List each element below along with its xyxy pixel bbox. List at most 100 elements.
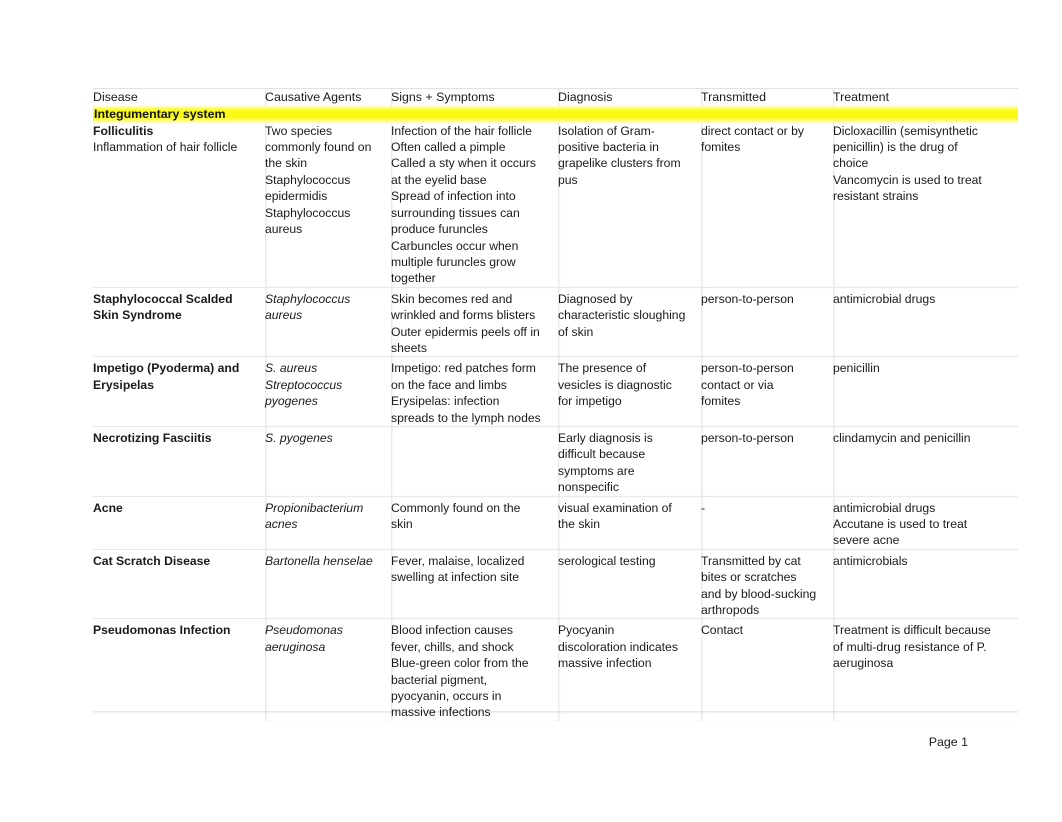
cell-disease: Impetigo (Pyoderma) and Erysipelas <box>93 356 265 427</box>
table-row: Cat Scratch Disease Bartonella henselae Fe… <box>93 548 1018 619</box>
table-row: Staphylococcal Scalded Skin Syndrome Stap… <box>93 286 1018 357</box>
cell-line: Fever, malaise, localized <box>391 553 525 568</box>
cell-line: person-to-person <box>701 361 794 376</box>
cell-line: at the eyelid base <box>391 172 487 187</box>
cell-line: person-to-person <box>701 291 794 306</box>
cell-treatment: Treatment is difficult because of multi-d… <box>833 618 1018 721</box>
cell-signs: Infection of the hair follicle Often call… <box>391 123 558 288</box>
cell-line: antimicrobial drugs <box>833 291 936 306</box>
cell-line: acnes <box>265 517 298 532</box>
cell-treatment: Dicloxacillin (semisynthetic penicillin) … <box>833 123 1018 288</box>
cell-line: serological testing <box>558 553 656 568</box>
cell-causative-agents: Propionibacterium acnes <box>265 495 391 550</box>
cell-line: Pyocyanin <box>558 623 615 638</box>
cell-line: Staphylococcus <box>265 172 351 187</box>
cell-line: visual examination of <box>558 500 672 515</box>
cell-line: Accutane is used to treat <box>833 517 968 532</box>
cell-line: spreads to the lymph nodes <box>391 410 541 425</box>
cell-treatment: penicillin <box>833 356 1018 427</box>
cell-causative-agents: Staphylococcus aureus <box>265 286 391 357</box>
cell-transmitted: person-to-person contact or via fomites <box>701 356 833 427</box>
section-header-label: Integumentary system <box>94 106 226 121</box>
cell-line: Often called a pimple <box>391 140 506 155</box>
cell-transmitted: - <box>701 495 833 550</box>
disease-name: Pseudomonas Infection <box>93 623 231 638</box>
cell-line: wrinkled and forms blisters <box>391 308 536 323</box>
cell-line: Diagnosed by <box>558 291 633 306</box>
table-header-row: Disease Causative Agents Signs + Symptom… <box>93 87 1018 106</box>
cell-line: pyocyanin, occurs in <box>391 689 502 704</box>
cell-line: epidermidis <box>265 189 328 204</box>
cell-line: fever, chills, and shock <box>391 639 514 654</box>
cell-diagnosis: The presence of vesicles is diagnostic for… <box>558 356 701 427</box>
highlight-band: Integumentary system <box>93 105 1018 123</box>
cell-signs: Impetigo: red patches form on the face an… <box>391 356 558 427</box>
cell-line: swelling at infection site <box>391 570 520 585</box>
cell-line: commonly found on <box>265 140 372 155</box>
cell-treatment: antimicrobial drugs <box>833 286 1018 357</box>
cell-line: characteristic sloughing <box>558 308 686 323</box>
cell-line: the skin <box>265 156 308 171</box>
cell-line: Streptococcus <box>265 377 343 392</box>
cell-line: vesicles is diagnostic <box>558 377 672 392</box>
cell-diagnosis: serological testing <box>558 548 701 619</box>
cell-treatment: antimicrobials <box>833 548 1018 619</box>
table-header: Disease Causative Agents Signs + Symptom… <box>93 87 1018 106</box>
cell-line: Staphylococcus <box>265 205 351 220</box>
column-header-signs: Signs + Symptoms <box>391 87 558 106</box>
table-row: Necrotizing Fasciitis S. pyogenes Early di… <box>93 425 1018 497</box>
cell-line: Pseudomonas <box>265 623 343 638</box>
cell-line: aeruginosa <box>265 639 326 654</box>
cell-line: Blue-green color from the <box>391 656 529 671</box>
cell-line: Contact <box>701 623 744 638</box>
cell-line: produce furuncles <box>391 222 488 237</box>
cell-line: person-to-person <box>701 430 794 445</box>
cell-line: fomites <box>701 140 741 155</box>
cell-line: multiple furuncles grow <box>391 254 516 269</box>
cell-line: of multi-drug resistance of P. <box>833 639 987 654</box>
section-header-row: Integumentary system <box>93 105 1018 123</box>
cell-transmitted: Contact <box>701 618 833 721</box>
cell-line: bites or scratches <box>701 570 797 585</box>
cell-line: Commonly found on the <box>391 500 521 515</box>
cell-line: on the face and limbs <box>391 377 507 392</box>
cell-line: grapelike clusters from <box>558 156 681 171</box>
cell-line: arthropods <box>701 603 760 618</box>
cell-line: and by blood-sucking <box>701 586 817 601</box>
cell-line: Treatment is difficult because <box>833 623 991 638</box>
cell-line: S. pyogenes <box>265 430 333 445</box>
cell-line: symptoms are <box>558 463 635 478</box>
cell-diagnosis: Isolation of Gram-positive bacteria in gr… <box>558 123 701 288</box>
cell-line: clindamycin and penicillin <box>833 430 971 445</box>
page-number-label: Page 1 <box>928 735 968 749</box>
table-row: Pseudomonas Infection Pseudomonas aerugino… <box>93 618 1018 721</box>
cell-line: positive bacteria in <box>558 140 659 155</box>
cell-signs: Blood infection causes fever, chills, and… <box>391 618 558 721</box>
cell-line: the skin <box>558 517 601 532</box>
cell-line: Vancomycin is used to treat <box>833 172 982 187</box>
cell-line: S. aureus <box>265 361 318 376</box>
cell-disease: Necrotizing Fasciitis <box>93 425 265 497</box>
cell-line: for impetigo <box>558 394 622 409</box>
cell-diagnosis: visual examination of the skin <box>558 495 701 550</box>
document-page: Disease Causative Agents Signs + Symptom… <box>0 0 1062 822</box>
cell-line: pus <box>558 172 578 187</box>
cell-causative-agents: S. pyogenes <box>265 425 391 497</box>
cell-line: resistant strains <box>833 189 919 204</box>
cell-line: Skin becomes red and <box>391 291 513 306</box>
cell-line: bacterial pigment, <box>391 672 488 687</box>
cell-line: sheets <box>391 340 427 355</box>
cell-transmitted: person-to-person <box>701 286 833 357</box>
cell-line: skin <box>391 517 413 532</box>
page-footer: Page 1 <box>0 735 1062 749</box>
cell-line: Impetigo: red patches form <box>391 361 536 376</box>
cell-diagnosis: Pyocyanin discoloration indicates massive … <box>558 618 701 721</box>
cell-line: severe acne <box>833 533 900 548</box>
column-header-treatment: Treatment <box>833 87 1018 106</box>
cell-signs: Commonly found on the skin <box>391 495 558 550</box>
cell-treatment: antimicrobial drugs Accutane is used to t… <box>833 495 1018 550</box>
disease-table: Disease Causative Agents Signs + Symptom… <box>93 87 1018 721</box>
cell-line: Propionibacterium <box>265 500 364 515</box>
cell-line: Erysipelas: infection <box>391 394 500 409</box>
cell-diagnosis: Diagnosed by characteristic sloughing of s… <box>558 286 701 357</box>
